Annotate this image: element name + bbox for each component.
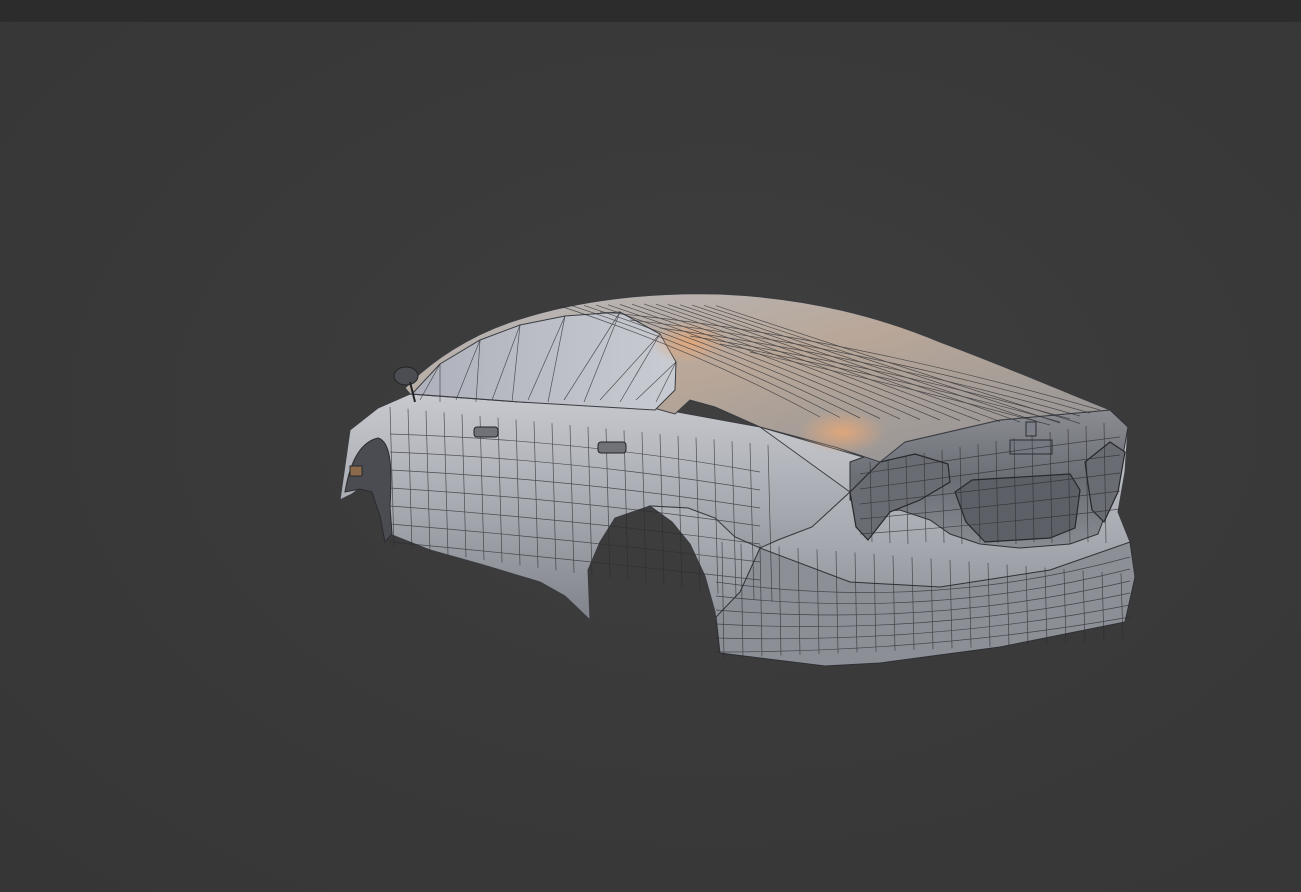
roof-highlight — [650, 320, 730, 364]
viewport-header-bar[interactable] — [0, 0, 1301, 23]
side-window-glass — [410, 311, 677, 411]
side-marker-light — [349, 465, 363, 477]
trunk-emblem-mark — [1025, 421, 1037, 437]
blender-window — [0, 0, 1301, 892]
door-handle-rear — [597, 441, 627, 454]
car-body-mesh[interactable] — [339, 293, 1136, 667]
viewport-canvas[interactable] — [0, 22, 1301, 892]
3d-viewport[interactable] — [0, 22, 1301, 892]
trunk-highlight — [798, 410, 886, 454]
door-handle-front — [473, 426, 499, 438]
